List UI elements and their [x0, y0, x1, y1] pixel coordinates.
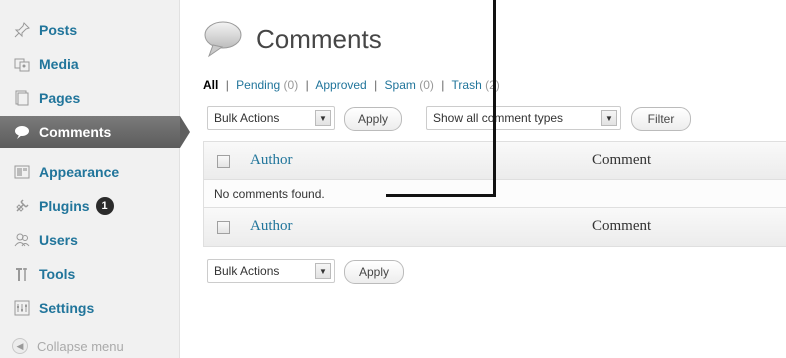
sidebar-item-label: Posts: [39, 22, 78, 38]
sidebar-item-label: Settings: [39, 300, 95, 316]
users-icon: [12, 230, 32, 250]
pending-count: (0): [283, 78, 299, 92]
bulk-actions-select-bottom[interactable]: Bulk Actions ▼: [207, 259, 335, 283]
comment-column-footer: Comment: [592, 218, 652, 234]
sidebar-item-settings[interactable]: Settings: [0, 292, 180, 324]
sidebar-item-appearance[interactable]: Appearance: [0, 156, 180, 188]
sidebar-item-label: Pages: [39, 90, 81, 106]
sidebar-item-label: Plugins: [39, 198, 90, 214]
sidebar-item-label: Media: [39, 56, 79, 72]
collapse-arrow-icon: ◀: [12, 338, 28, 354]
select-all-checkbox[interactable]: [217, 155, 230, 168]
annotation-line-vertical: [493, 0, 496, 197]
update-count-badge: 1: [95, 197, 114, 215]
sidebar-item-label: Appearance: [39, 164, 120, 180]
media-icon: [12, 54, 32, 74]
comment-status-filters: All | Pending (0) | Approved | Spam (0) …: [203, 78, 500, 92]
filter-trash-link[interactable]: Trash: [452, 78, 482, 92]
sidebar-item-media[interactable]: Media: [0, 48, 180, 80]
comment-types-select[interactable]: Show all comment types ▼: [426, 106, 621, 130]
sidebar-item-pages[interactable]: Pages: [0, 82, 180, 114]
bulk-actions-value: Bulk Actions: [214, 111, 280, 125]
appearance-icon: [12, 162, 32, 182]
sidebar-item-label: Tools: [39, 266, 76, 282]
sidebar-item-label: Comments: [39, 124, 112, 140]
comment-column-header: Comment: [592, 152, 652, 168]
pushpin-icon: [12, 20, 32, 40]
filter-spam-link[interactable]: Spam: [385, 78, 416, 92]
dropdown-arrow-icon: ▼: [601, 110, 617, 126]
comments-page-icon: [203, 20, 247, 65]
pages-icon: [12, 88, 32, 108]
annotation-line-horizontal: [386, 194, 496, 197]
sidebar-item-posts[interactable]: Posts: [0, 14, 180, 46]
page-title: Comments: [256, 24, 382, 54]
apply-button-bottom[interactable]: Apply: [344, 260, 404, 284]
sidebar-item-comments[interactable]: Comments: [0, 116, 180, 148]
filter-all-link[interactable]: All: [203, 78, 218, 92]
speech-bubble-icon: [12, 122, 32, 142]
collapse-menu-button[interactable]: ◀ Collapse menu: [0, 330, 180, 358]
comment-types-value: Show all comment types: [433, 111, 564, 125]
admin-sidebar: Posts Media Pages Comments Appearance Pl…: [0, 0, 180, 358]
plug-icon: [12, 196, 32, 216]
filter-approved-link[interactable]: Approved: [315, 78, 366, 92]
tools-icon: [12, 264, 32, 284]
select-all-checkbox-footer[interactable]: [217, 221, 230, 234]
author-column-header[interactable]: Author: [250, 152, 293, 169]
dropdown-arrow-icon: ▼: [315, 263, 331, 279]
dropdown-arrow-icon: ▼: [315, 110, 331, 126]
bulk-actions-value: Bulk Actions: [214, 264, 280, 278]
bulk-actions-select-top[interactable]: Bulk Actions ▼: [207, 106, 335, 130]
sidebar-item-label: Users: [39, 232, 78, 248]
settings-icon: [12, 298, 32, 318]
sidebar-item-tools[interactable]: Tools: [0, 258, 180, 290]
filter-pending-link[interactable]: Pending: [236, 78, 280, 92]
sidebar-item-plugins[interactable]: Plugins 1: [0, 190, 180, 222]
no-comments-message: No comments found.: [214, 187, 325, 201]
sidebar-item-users[interactable]: Users: [0, 224, 180, 256]
apply-button-top[interactable]: Apply: [344, 107, 402, 131]
collapse-menu-label: Collapse menu: [37, 338, 124, 354]
author-column-footer[interactable]: Author: [250, 218, 293, 235]
table-footer-row: Author Comment: [204, 208, 786, 246]
spam-count: (0): [419, 78, 434, 92]
filter-button[interactable]: Filter: [631, 107, 691, 131]
active-menu-pointer: [180, 116, 190, 148]
